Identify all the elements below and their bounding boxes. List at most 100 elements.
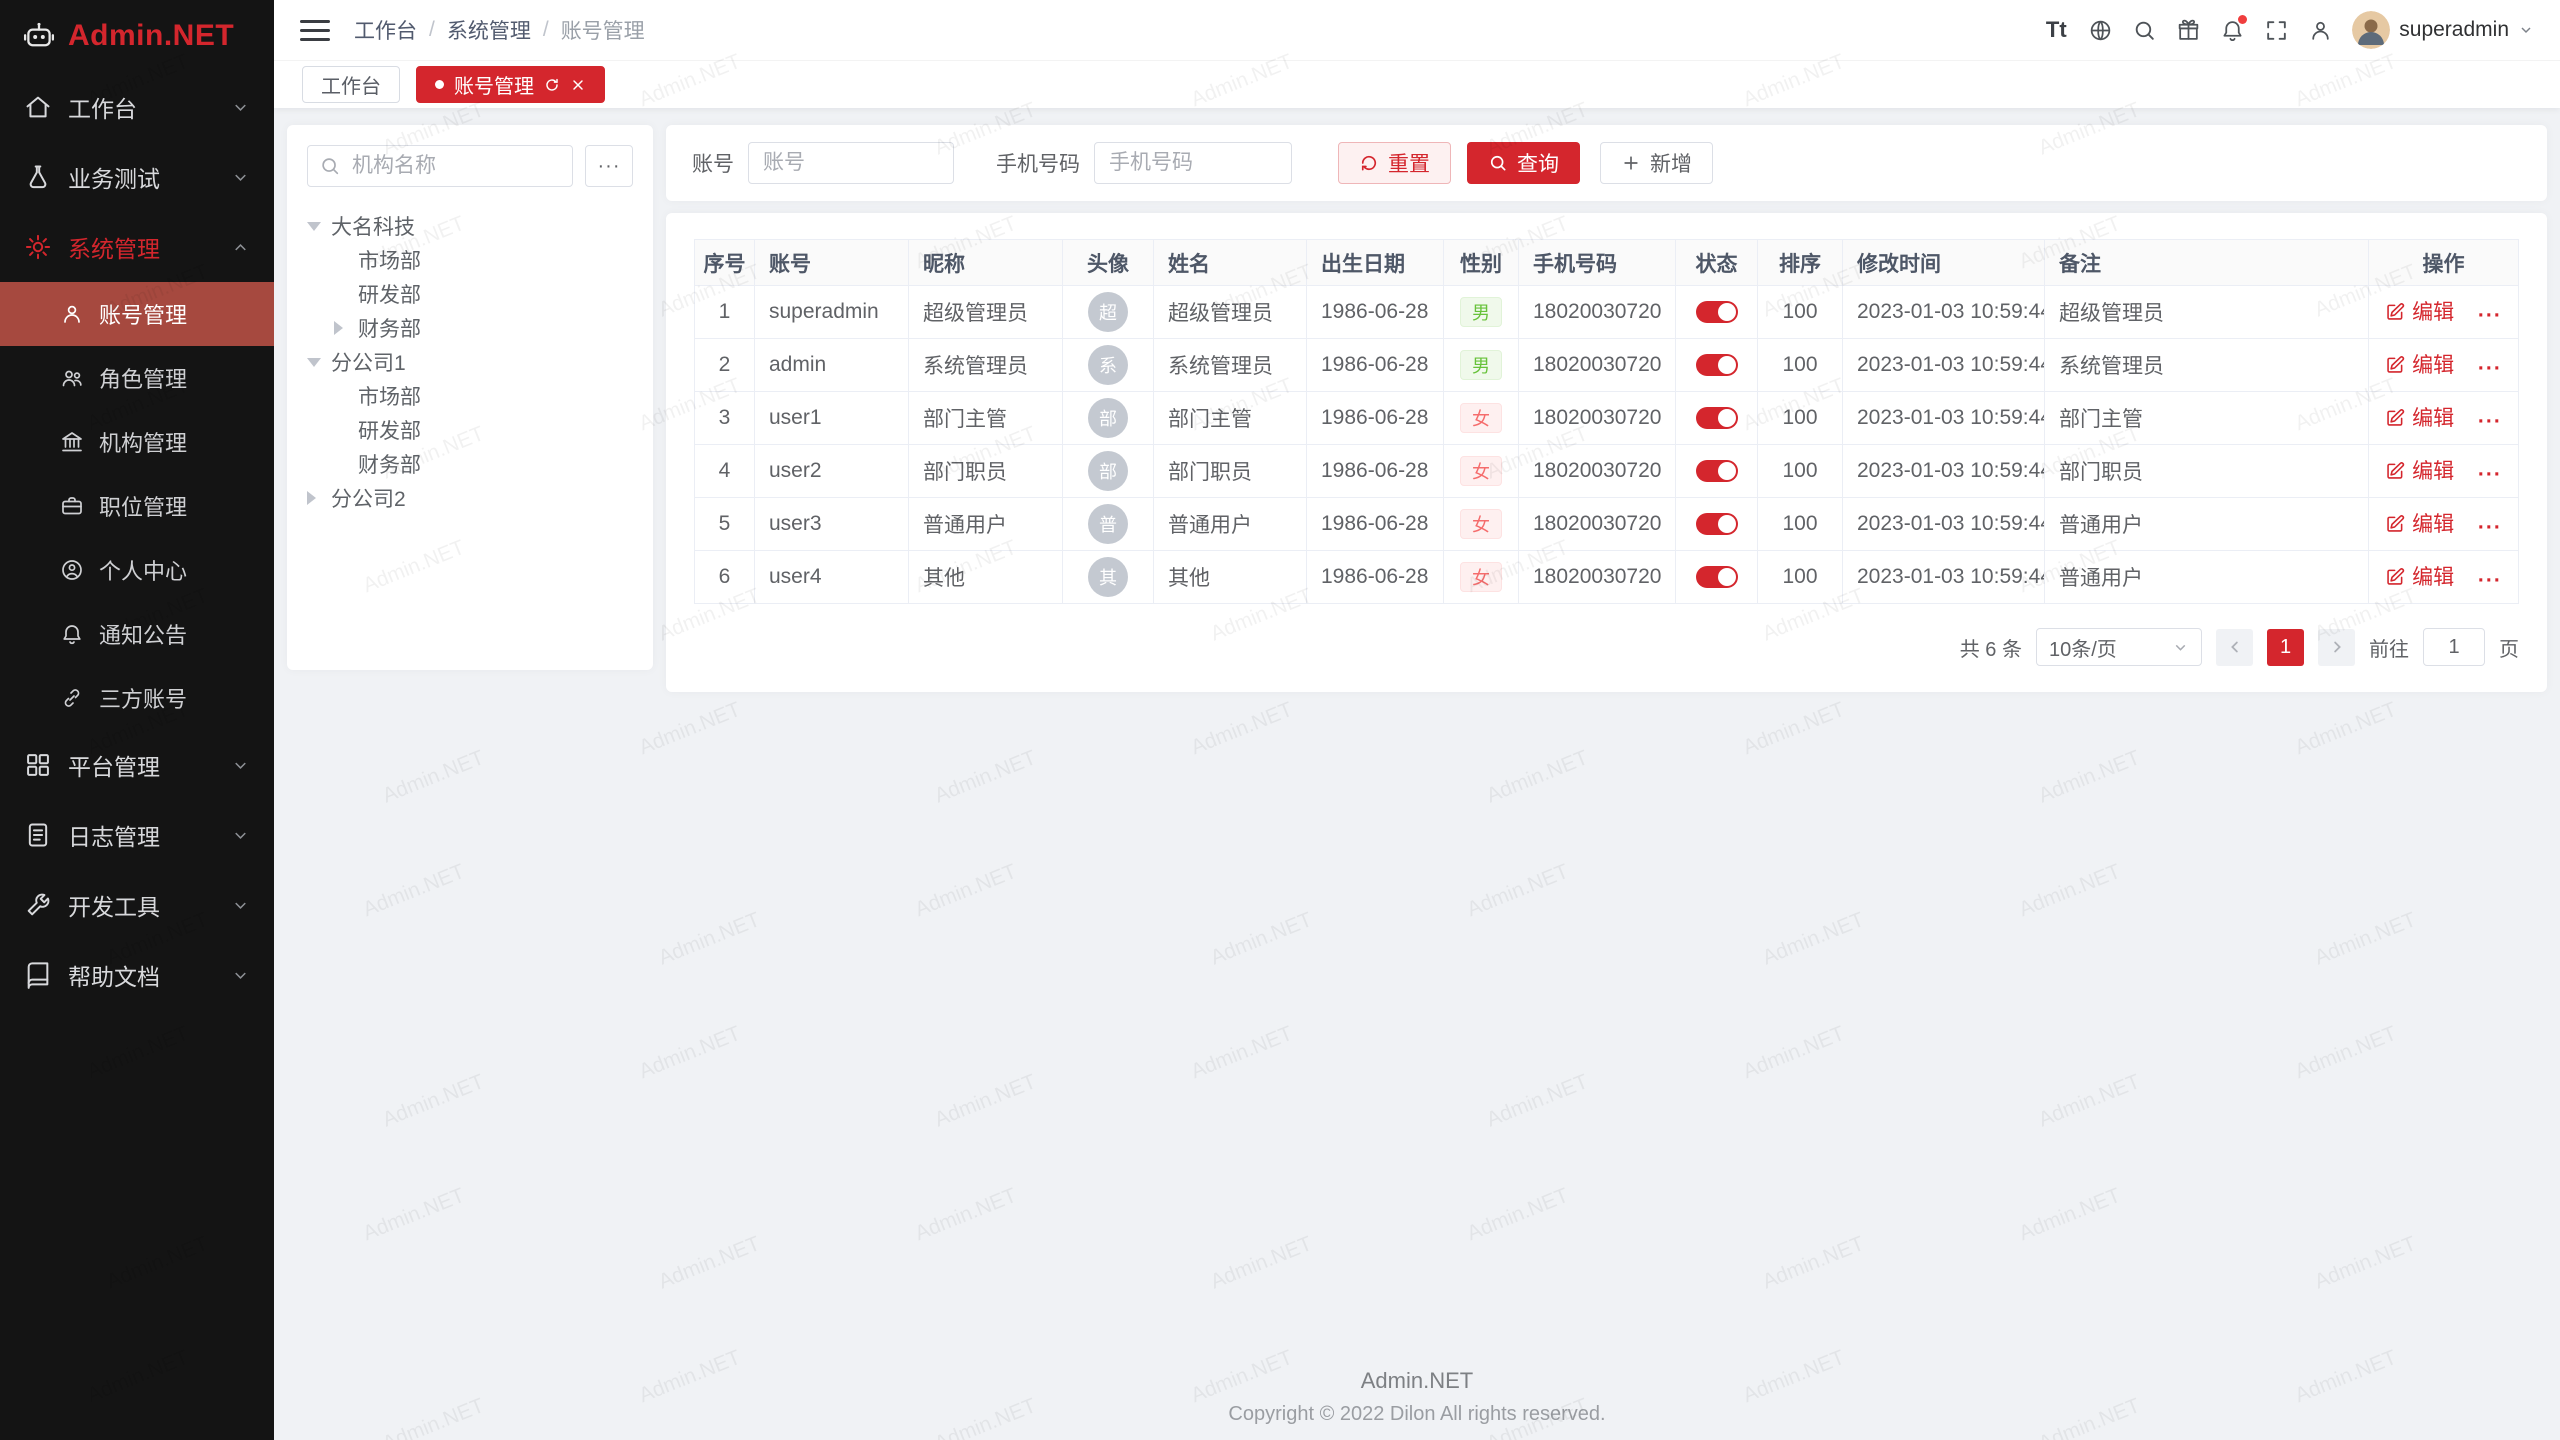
col-order: 排序	[1758, 240, 1843, 286]
breadcrumb: 工作台 / 系统管理 / 账号管理	[354, 15, 645, 45]
table-header-row: 序号 账号 昵称 头像 姓名 出生日期 性别 手机号码 状态 排序 修改时间 备…	[695, 240, 2519, 286]
table-row: 5 user3 普通用户 普 普通用户 1986-06-28 女 1802003…	[695, 498, 2519, 551]
edit-button[interactable]: 编辑	[2385, 402, 2454, 432]
fullscreen-icon[interactable]	[2254, 8, 2298, 52]
chevron-down-icon	[231, 826, 250, 845]
phone-label: 手机号码	[996, 148, 1080, 178]
user-menu[interactable]: superadmin	[2352, 11, 2534, 49]
sidebar-item-dev-tools[interactable]: 开发工具	[0, 870, 274, 940]
tree-node[interactable]: 分公司2	[307, 481, 633, 515]
status-toggle[interactable]	[1696, 566, 1738, 588]
status-toggle[interactable]	[1696, 513, 1738, 535]
col-remark: 备注	[2045, 240, 2369, 286]
tree-node[interactable]: 市场部	[307, 243, 633, 277]
tree-node[interactable]: 研发部	[307, 413, 633, 447]
row-more-button[interactable]: ···	[2478, 410, 2502, 434]
sidebar-subitem-role-mgmt[interactable]: 角色管理	[0, 346, 274, 410]
org-search-input[interactable]	[307, 145, 573, 187]
caret-right-icon[interactable]	[307, 491, 331, 505]
refresh-icon[interactable]	[544, 77, 560, 93]
tab-account-mgmt[interactable]: 账号管理	[416, 66, 605, 103]
prev-page-button[interactable]	[2216, 629, 2253, 666]
briefcase-icon	[60, 494, 84, 518]
sidebar-item-business-test[interactable]: 业务测试	[0, 142, 274, 212]
language-globe-icon[interactable]	[2078, 8, 2122, 52]
notification-bell-icon[interactable]	[2210, 8, 2254, 52]
tree-node-label: 分公司1	[331, 347, 406, 377]
table-row: 2 admin 系统管理员 系 系统管理员 1986-06-28 男 18020…	[695, 339, 2519, 392]
status-toggle[interactable]	[1696, 354, 1738, 376]
close-icon[interactable]	[570, 77, 586, 93]
tree-node[interactable]: 分公司1	[307, 345, 633, 379]
chevron-down-icon	[2172, 639, 2189, 656]
tree-node-label: 财务部	[358, 313, 421, 343]
tree-node-label: 大名科技	[331, 211, 415, 241]
goto-page-input[interactable]	[2423, 628, 2485, 666]
row-more-button[interactable]: ···	[2478, 569, 2502, 593]
font-size-icon[interactable]: Tt	[2034, 8, 2078, 52]
edit-button[interactable]: 编辑	[2385, 455, 2454, 485]
sidebar-item-log-mgmt[interactable]: 日志管理	[0, 800, 274, 870]
sidebar-subitem-position-mgmt[interactable]: 职位管理	[0, 474, 274, 538]
chevron-down-icon	[2518, 22, 2534, 38]
page-size-select[interactable]: 10条/页	[2036, 628, 2202, 666]
layout-settings-icon[interactable]	[2298, 8, 2342, 52]
row-more-button[interactable]: ···	[2478, 357, 2502, 381]
sidebar-subitem-org-mgmt[interactable]: 机构管理	[0, 410, 274, 474]
edit-button[interactable]: 编辑	[2385, 561, 2454, 591]
document-icon	[24, 821, 52, 849]
row-avatar: 普	[1088, 504, 1128, 544]
tree-node[interactable]: 财务部	[307, 311, 633, 345]
sidebar-subitem-label: 机构管理	[99, 426, 187, 458]
tab-workbench[interactable]: 工作台	[302, 66, 400, 103]
search-icon[interactable]	[2122, 8, 2166, 52]
sidebar-subitem-notice[interactable]: 通知公告	[0, 602, 274, 666]
page-footer: Admin.NET Copyright © 2022 Dilon All rig…	[274, 1368, 2560, 1426]
breadcrumb-item[interactable]: 系统管理	[447, 15, 531, 45]
edit-button[interactable]: 编辑	[2385, 349, 2454, 379]
brand-logo[interactable]: Admin.NET	[0, 0, 274, 72]
status-toggle[interactable]	[1696, 407, 1738, 429]
row-more-button[interactable]: ···	[2478, 304, 2502, 328]
edit-button[interactable]: 编辑	[2385, 508, 2454, 538]
account-input[interactable]	[748, 142, 954, 184]
row-more-button[interactable]: ···	[2478, 463, 2502, 487]
gear-icon	[24, 233, 52, 261]
caret-right-icon[interactable]	[334, 321, 358, 335]
current-page-button[interactable]: 1	[2267, 629, 2304, 666]
status-toggle[interactable]	[1696, 301, 1738, 323]
edit-button[interactable]: 编辑	[2385, 296, 2454, 326]
sidebar-menu: 工作台 业务测试 系统管理	[0, 72, 274, 1010]
org-more-button[interactable]: ···	[585, 145, 633, 187]
sidebar-item-system-mgmt[interactable]: 系统管理	[0, 212, 274, 282]
chevron-down-icon	[231, 168, 250, 187]
col-avatar: 头像	[1063, 240, 1154, 286]
breadcrumb-item[interactable]: 工作台	[354, 15, 417, 45]
caret-down-icon[interactable]	[307, 222, 331, 231]
status-toggle[interactable]	[1696, 460, 1738, 482]
hamburger-menu-icon[interactable]	[300, 15, 330, 45]
tree-node[interactable]: 市场部	[307, 379, 633, 413]
reset-button[interactable]: 重置	[1338, 142, 1451, 184]
edit-icon	[2385, 566, 2406, 587]
next-page-button[interactable]	[2318, 629, 2355, 666]
tree-node[interactable]: 研发部	[307, 277, 633, 311]
caret-down-icon[interactable]	[307, 358, 331, 367]
search-button[interactable]: 查询	[1467, 142, 1580, 184]
phone-input[interactable]	[1094, 142, 1292, 184]
sidebar: Admin.NET 工作台 业务测试 系统管理	[0, 0, 274, 1440]
tree-node[interactable]: 大名科技	[307, 209, 633, 243]
tree-node[interactable]: 财务部	[307, 447, 633, 481]
row-avatar: 部	[1088, 398, 1128, 438]
add-button[interactable]: 新增	[1600, 142, 1713, 184]
sidebar-subitem-profile-center[interactable]: 个人中心	[0, 538, 274, 602]
sidebar-item-help-docs[interactable]: 帮助文档	[0, 940, 274, 1010]
row-more-button[interactable]: ···	[2478, 516, 2502, 540]
sidebar-item-platform-mgmt[interactable]: 平台管理	[0, 730, 274, 800]
sidebar-subitem-account-mgmt[interactable]: 账号管理	[0, 282, 274, 346]
theme-gift-icon[interactable]	[2166, 8, 2210, 52]
sidebar-item-workbench[interactable]: 工作台	[0, 72, 274, 142]
breadcrumb-separator: /	[429, 18, 435, 42]
table-row: 3 user1 部门主管 部 部门主管 1986-06-28 女 1802003…	[695, 392, 2519, 445]
sidebar-subitem-third-party-account[interactable]: 三方账号	[0, 666, 274, 730]
